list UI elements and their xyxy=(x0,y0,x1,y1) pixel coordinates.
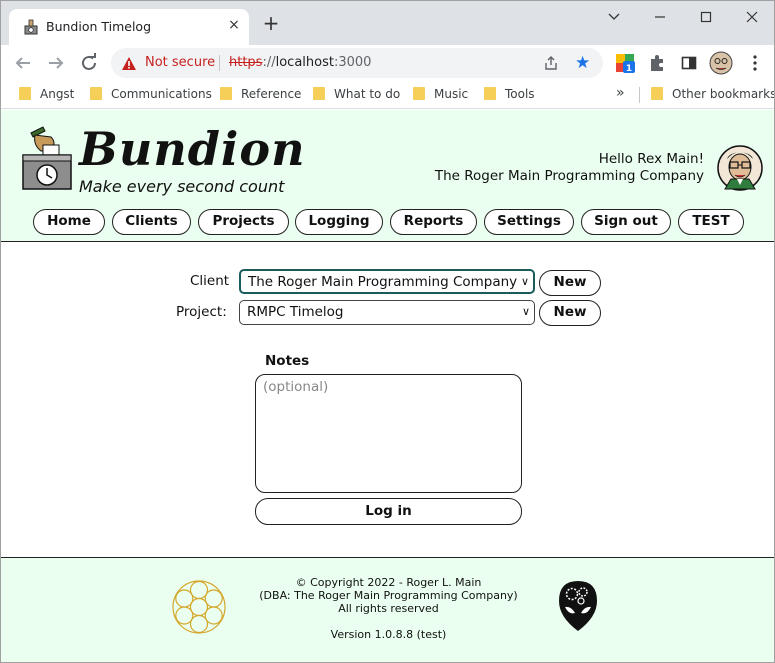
app-footer: © Copyright 2022 - Roger L. Main (DBA: T… xyxy=(1,557,774,662)
not-secure-label[interactable]: Not secure xyxy=(145,55,215,70)
copyright-text: © Copyright 2022 - Roger L. Main xyxy=(295,576,482,589)
project-label: Project: xyxy=(176,304,227,320)
ballot-box-logo-icon xyxy=(22,126,72,190)
notes-placeholder: (optional) xyxy=(263,379,329,395)
url-text[interactable]: https://localhost:3000 xyxy=(229,55,371,70)
copyright-block: © Copyright 2022 - Roger L. Main (DBA: T… xyxy=(225,576,552,615)
user-greeting: Hello Rex Main! The Roger Main Programmi… xyxy=(435,151,704,185)
back-icon[interactable] xyxy=(11,51,35,75)
app-header: Bundion Make every second count Hello Re… xyxy=(1,110,774,242)
alien-gears-icon xyxy=(559,581,597,631)
nav-home[interactable]: Home xyxy=(33,209,105,235)
forward-icon[interactable] xyxy=(44,51,68,75)
page-content: Bundion Make every second count Hello Re… xyxy=(1,110,774,662)
nav-projects[interactable]: Projects xyxy=(198,209,289,235)
tab-title: Bundion Timelog xyxy=(46,19,152,34)
client-select-value: The Roger Main Programming Company xyxy=(248,274,518,290)
rights-text: All rights reserved xyxy=(338,602,439,615)
folder-icon xyxy=(90,87,102,100)
minimize-icon[interactable] xyxy=(645,7,675,27)
folder-icon xyxy=(413,87,425,100)
new-tab-icon[interactable]: + xyxy=(260,12,282,34)
client-select[interactable]: The Roger Main Programming Company ∨ xyxy=(239,269,535,294)
bookmark-star-icon[interactable]: ★ xyxy=(575,53,590,73)
nav-test[interactable]: TEST xyxy=(678,209,744,235)
url-host: localhost xyxy=(275,55,334,70)
extension-icon[interactable]: 1 xyxy=(615,53,635,73)
bookmark-folder[interactable]: Music xyxy=(413,87,468,103)
log-in-button[interactable]: Log in xyxy=(255,498,522,525)
browser-tab[interactable]: Bundion Timelog × xyxy=(9,9,249,45)
nav-logging[interactable]: Logging xyxy=(295,209,383,235)
bookmark-folder[interactable]: Reference xyxy=(220,87,301,103)
project-select[interactable]: RMPC Timelog ∨ xyxy=(239,300,535,325)
bookmark-folder[interactable]: Communications xyxy=(90,87,212,103)
side-panel-icon[interactable] xyxy=(679,53,699,73)
browser-toolbar: Not secure https://localhost:3000 ★ 1 xyxy=(1,45,774,81)
tab-strip: Bundion Timelog × + xyxy=(1,1,774,45)
url-port: :3000 xyxy=(333,55,372,70)
menu-kebab-icon[interactable] xyxy=(745,53,765,73)
folder-icon xyxy=(19,87,31,100)
nav-settings[interactable]: Settings xyxy=(484,209,574,235)
folder-icon xyxy=(313,87,325,100)
maximize-icon[interactable] xyxy=(691,7,721,27)
share-icon[interactable] xyxy=(543,55,559,71)
flower-of-life-icon xyxy=(172,580,226,634)
bookmarks-overflow-icon[interactable]: » xyxy=(616,85,625,101)
main-nav: Home Clients Projects Logging Reports Se… xyxy=(1,209,774,235)
user-avatar xyxy=(717,145,763,191)
dba-text: (DBA: The Roger Main Programming Company… xyxy=(259,589,518,602)
version-text: Version 1.0.8.8 (test) xyxy=(330,628,447,641)
folder-icon xyxy=(220,87,232,100)
chevron-down-icon: ∨ xyxy=(521,305,530,318)
app-tagline: Make every second count xyxy=(79,177,285,196)
extensions-puzzle-icon[interactable] xyxy=(647,53,667,73)
reload-icon[interactable] xyxy=(77,51,101,75)
url-scheme: https xyxy=(229,55,263,70)
nav-reports[interactable]: Reports xyxy=(390,209,477,235)
app-logo-text: Bundion xyxy=(79,122,306,176)
bookmark-folder[interactable]: What to do xyxy=(313,87,400,103)
company-name: The Roger Main Programming Company xyxy=(434,168,704,184)
warning-icon[interactable] xyxy=(121,56,137,71)
url-separator: :// xyxy=(262,55,276,70)
new-project-button[interactable]: New xyxy=(539,300,601,326)
browser-window: Bundion Timelog × + Not secure https://l… xyxy=(0,0,775,663)
new-client-button[interactable]: New xyxy=(539,270,601,296)
tab-search-icon[interactable] xyxy=(599,7,629,27)
folder-icon xyxy=(651,87,663,100)
profile-avatar-icon[interactable] xyxy=(709,51,733,75)
greeting-text: Hello Rex Main! xyxy=(598,151,704,167)
nav-clients[interactable]: Clients xyxy=(112,209,191,235)
other-bookmarks[interactable]: Other bookmarks xyxy=(651,87,774,103)
bookmark-folder[interactable]: Tools xyxy=(484,87,535,103)
client-label: Client xyxy=(190,273,230,289)
bookmarks-bar: Angst Communications Reference What to d… xyxy=(1,81,774,109)
extension-badge: 1 xyxy=(626,64,632,73)
folder-icon xyxy=(484,87,496,100)
nav-sign-out[interactable]: Sign out xyxy=(581,209,671,235)
tab-close-icon[interactable]: × xyxy=(225,16,243,34)
close-window-icon[interactable] xyxy=(737,7,767,27)
omnibox-divider xyxy=(219,55,220,71)
notes-textarea[interactable]: (optional) xyxy=(255,374,522,493)
chevron-down-icon: ∨ xyxy=(520,275,529,288)
bookmark-folder[interactable]: Angst xyxy=(19,87,74,103)
log-in-form: Client The Roger Main Programming Compan… xyxy=(1,243,774,557)
bundion-favicon-icon xyxy=(24,19,38,35)
bookmarks-divider xyxy=(639,87,640,103)
notes-label: Notes xyxy=(265,353,310,369)
address-bar[interactable]: Not secure https://localhost:3000 ★ xyxy=(111,48,603,78)
project-select-value: RMPC Timelog xyxy=(247,304,344,320)
